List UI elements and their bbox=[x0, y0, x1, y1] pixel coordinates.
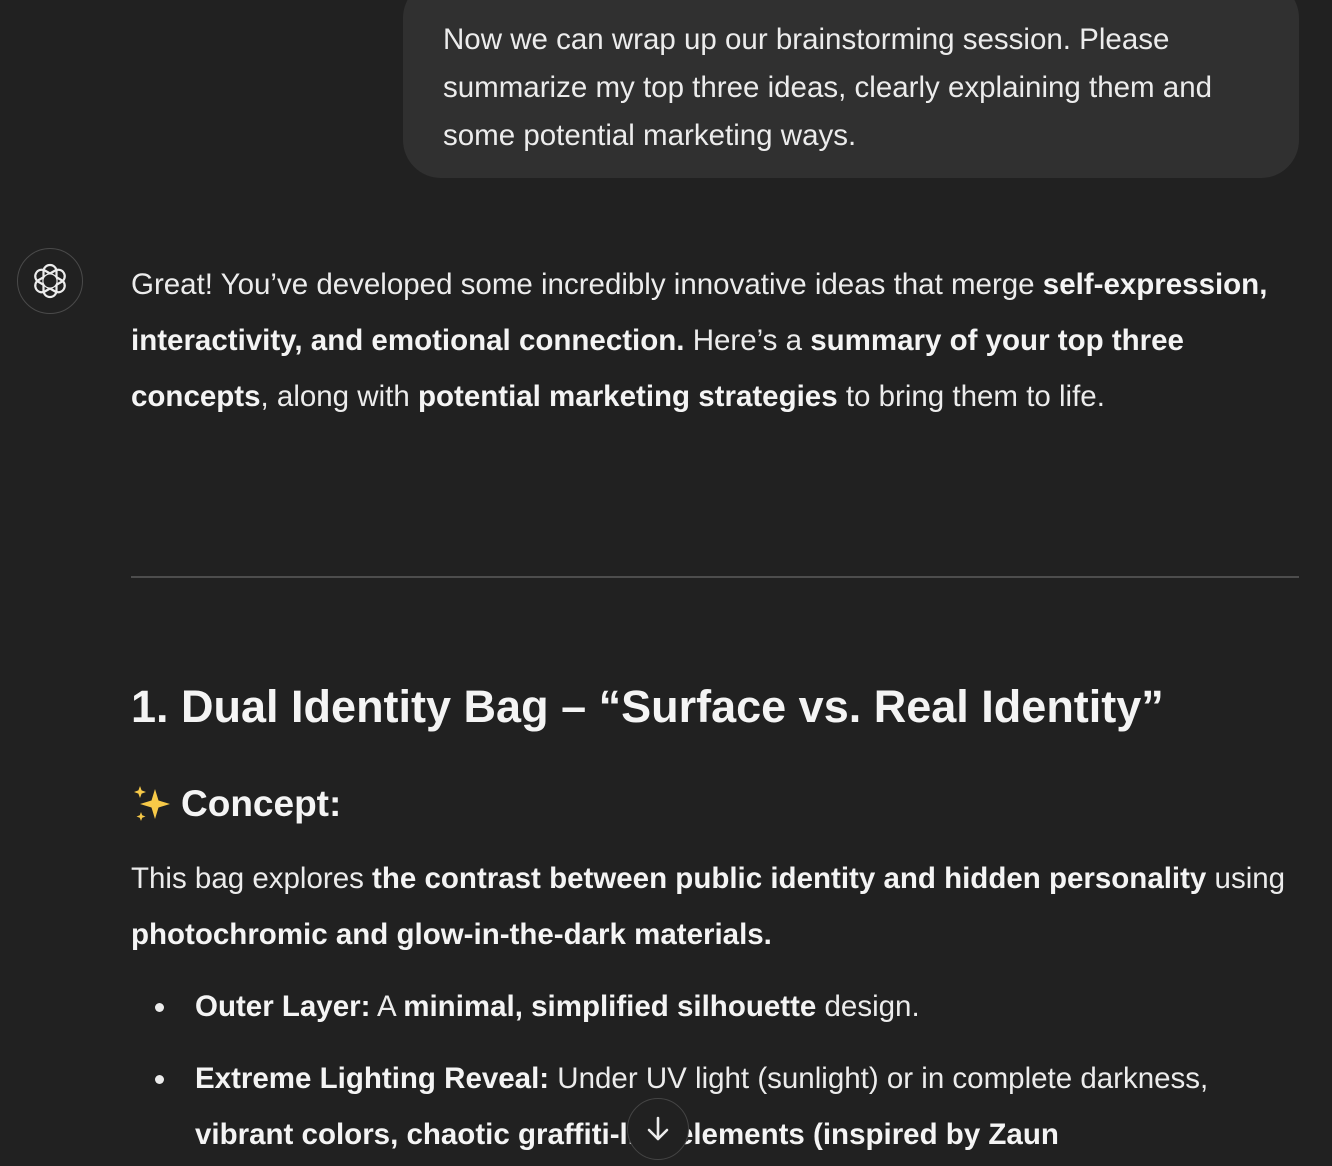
intro-text: Great! You’ve developed some incredibly … bbox=[131, 268, 1043, 301]
arrow-down-icon bbox=[647, 1116, 669, 1141]
list-item: Extreme Lighting Reveal: Under UV light … bbox=[131, 1051, 1301, 1163]
user-message-text: Now we can wrap up our brainstorming ses… bbox=[443, 23, 1213, 152]
section-heading: 1. Dual Identity Bag – “Surface vs. Real… bbox=[131, 681, 1164, 732]
scroll-to-bottom-button[interactable] bbox=[627, 1098, 689, 1160]
concept-label: Concept: bbox=[181, 783, 342, 824]
bullet-label: Extreme Lighting Reveal: bbox=[195, 1062, 550, 1095]
assistant-intro-paragraph: Great! You’ve developed some incredibly … bbox=[131, 257, 1301, 425]
bullet-bold: minimal, simplified silhouette bbox=[403, 990, 817, 1023]
bullet-text: Under UV light (sunlight) or in complete… bbox=[549, 1062, 1209, 1095]
intro-text: , along with bbox=[260, 380, 418, 413]
section-divider bbox=[131, 576, 1299, 578]
intro-bold: potential marketing strategies bbox=[417, 380, 838, 413]
concept-heading: Concept: bbox=[131, 778, 341, 830]
concept-bold: photochromic and glow-in-the-dark materi… bbox=[131, 918, 772, 951]
openai-logo-icon bbox=[34, 263, 66, 299]
concept-bold: the contrast between public identity and… bbox=[372, 862, 1207, 895]
intro-text: to bring them to life. bbox=[837, 380, 1105, 413]
assistant-avatar bbox=[17, 248, 83, 314]
list-item: Outer Layer: A minimal, simplified silho… bbox=[131, 979, 1301, 1035]
concept-text: This bag explores bbox=[131, 862, 373, 895]
intro-text: Here’s a bbox=[684, 324, 811, 357]
assistant-response: Great! You’ve developed some incredibly … bbox=[131, 257, 1301, 425]
concept-bullet-list: Outer Layer: A minimal, simplified silho… bbox=[131, 979, 1301, 1166]
user-message-bubble: Now we can wrap up our brainstorming ses… bbox=[403, 0, 1299, 178]
bullet-text: design. bbox=[816, 990, 920, 1023]
bullet-text: A bbox=[370, 990, 404, 1023]
concept-text: using bbox=[1206, 862, 1286, 895]
sparkles-icon bbox=[134, 786, 170, 821]
bullet-label: Outer Layer: bbox=[195, 990, 371, 1023]
concept-paragraph: This bag explores the contrast between p… bbox=[131, 851, 1306, 963]
